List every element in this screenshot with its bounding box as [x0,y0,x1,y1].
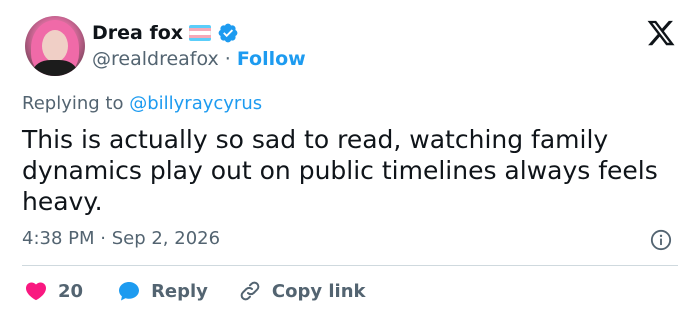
author-handle[interactable]: @realdreafox [92,48,219,70]
tweet-timestamp[interactable]: 4:38 PM · Sep 2, 2026 [22,228,220,249]
copy-link-label: Copy link [271,280,366,302]
x-logo-icon[interactable] [646,18,676,48]
avatar-body [33,60,77,76]
follow-button[interactable]: Follow [237,48,306,70]
author-name[interactable]: Drea fox [92,22,183,44]
replying-to: Replying to @billyraycyrus [22,93,262,114]
speech-bubble-icon [119,282,140,301]
like-count: 20 [58,280,84,302]
replying-prefix: Replying to [22,93,124,114]
replying-mention-link[interactable]: @billyraycyrus [129,93,262,114]
link-icon [240,281,260,301]
verified-badge-icon [218,23,238,43]
divider [22,265,678,266]
transgender-flag-icon [189,25,212,41]
tweet-text: This is actually so sad to read, watchin… [22,125,658,216]
reply-label: Reply [151,280,208,302]
avatar[interactable] [25,16,85,76]
reply-button[interactable]: Reply [117,279,208,303]
author-handle-row: @realdreafox · Follow [92,48,306,70]
info-icon[interactable] [650,229,672,251]
heart-icon [25,282,47,301]
copy-link-button[interactable]: Copy link [238,279,366,303]
handle-separator: · [224,48,231,70]
action-bar: 20 Reply Copy link [24,278,366,304]
like-button[interactable]: 20 [24,279,83,303]
avatar-face [42,30,68,62]
author-name-row: Drea fox [92,20,239,46]
